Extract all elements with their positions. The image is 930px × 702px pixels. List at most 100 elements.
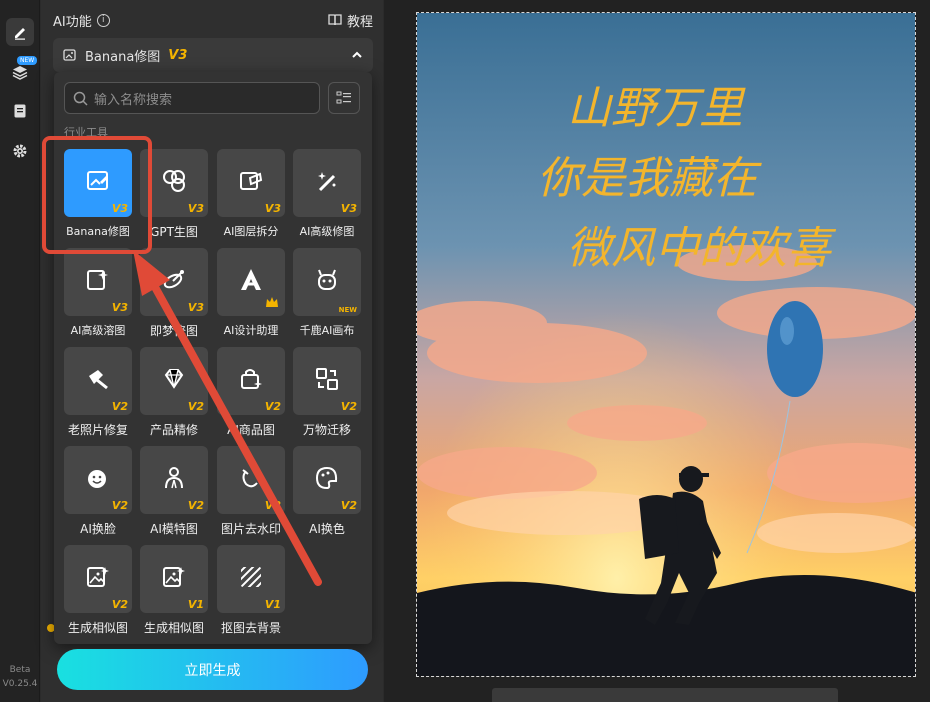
version-badge: V3 — [111, 301, 128, 314]
tool-tile[interactable]: V2 — [293, 446, 361, 514]
list-view-toggle[interactable] — [328, 82, 360, 114]
tool-label: AI图层拆分 — [223, 225, 279, 238]
tool-label: 生成相似图 — [143, 621, 204, 635]
tool-label: 万物迁移 — [302, 423, 351, 437]
accordion-title: Banana修图 — [85, 49, 161, 65]
poster-illustration: 山野万里 你是我藏在 微风中的欢喜 — [417, 13, 915, 676]
tool-item[interactable]: V2 图片去水印 — [217, 446, 287, 537]
tool-select-accordion[interactable]: Banana修图 V3 — [53, 38, 373, 72]
search-placeholder: 输入名称搜索 — [94, 92, 173, 108]
version-number: V0.25.4 — [2, 679, 38, 689]
version-badge: V3 — [264, 202, 281, 215]
panel-header: AI功能 i 教程 — [53, 10, 373, 30]
poster-line-2: 你是我藏在 — [537, 153, 762, 204]
tool-tile[interactable]: V2 — [217, 446, 285, 514]
ai-logo-icon — [237, 266, 265, 298]
poster-image[interactable]: 山野万里 你是我藏在 微风中的欢喜 — [416, 12, 916, 677]
layers-icon — [12, 66, 28, 80]
settings-button[interactable] — [6, 137, 34, 165]
tool-tile[interactable]: V3 — [140, 248, 208, 316]
tool-label: AI换色 — [309, 522, 345, 536]
tool-label: 图片去水印 — [220, 522, 281, 536]
tool-tile[interactable]: V2 — [64, 545, 132, 613]
tool-item[interactable]: V1 抠图去背景 — [217, 545, 287, 636]
image-similar-icon — [85, 564, 111, 594]
version-badge: V2 — [264, 400, 281, 413]
deer-icon — [314, 267, 340, 297]
tool-item[interactable]: V2 万物迁移 — [293, 347, 363, 438]
tool-tile[interactable]: NEW — [293, 248, 361, 316]
history-button[interactable] — [6, 97, 34, 125]
book-icon — [328, 14, 342, 26]
list-icon — [336, 91, 351, 104]
tool-tile[interactable]: V2 — [140, 446, 208, 514]
tool-item[interactable]: V2 老照片修复 — [64, 347, 134, 438]
version-badge: V2 — [111, 499, 128, 512]
version-badge: V2 — [264, 499, 281, 512]
tool-item[interactable]: V2 生成相似图 — [64, 545, 134, 636]
tool-item[interactable]: V2 AI商品图 — [217, 347, 287, 438]
image-similar-icon — [161, 564, 187, 594]
accordion-badge: V3 — [168, 47, 188, 63]
tool-tile[interactable]: V1 — [217, 545, 285, 613]
chevron-up-icon[interactable] — [351, 49, 363, 61]
version-badge: V1 — [187, 598, 204, 611]
search-input[interactable]: 输入名称搜索 — [64, 82, 320, 114]
tool-tile[interactable]: V2 — [64, 347, 132, 415]
tool-item[interactable]: V3 AI高级溶图 — [64, 248, 134, 338]
version-badge: V2 — [111, 400, 128, 413]
version-label: Beta — [9, 665, 31, 675]
tool-item[interactable]: V1 生成相似图 — [140, 545, 210, 636]
tool-tile[interactable]: V3 — [217, 149, 285, 217]
tool-item[interactable]: V2 AI换脸 — [64, 446, 134, 537]
tutorial-link[interactable]: 教程 — [328, 11, 373, 30]
version-badge: NEW — [338, 306, 357, 314]
poster-line-1: 山野万里 — [567, 83, 746, 134]
edit-tool-button[interactable] — [6, 18, 34, 46]
search-icon — [73, 91, 88, 106]
model-icon — [161, 465, 187, 495]
version-badge: V2 — [111, 598, 128, 611]
tool-tile[interactable]: V2 — [140, 347, 208, 415]
gear-icon — [13, 144, 27, 158]
tool-label: 生成相似图 — [67, 621, 128, 635]
tool-item[interactable]: V2 AI模特图 — [140, 446, 210, 537]
highlight-box — [42, 136, 152, 254]
tool-label: AI设计助理 — [223, 324, 279, 337]
tool-item[interactable]: NEW 千鹿AI画布 — [293, 248, 363, 338]
new-tag: NEW — [17, 56, 38, 65]
tool-tile[interactable]: V2 — [293, 347, 361, 415]
tool-item[interactable]: V3 AI高级修图 — [293, 149, 363, 239]
tool-tile[interactable]: V3 — [64, 248, 132, 316]
tool-tile[interactable]: V2 — [217, 347, 285, 415]
satellite-icon — [161, 267, 187, 297]
stripes-icon — [238, 564, 264, 594]
info-icon[interactable]: i — [96, 13, 110, 27]
tool-item[interactable]: V2 产品精修 — [140, 347, 210, 438]
document-icon — [14, 104, 26, 118]
tool-label: AI高级溶图 — [70, 324, 126, 337]
balloon — [767, 301, 823, 397]
tutorial-label: 教程 — [346, 14, 373, 30]
tool-tile[interactable]: V1 — [140, 545, 208, 613]
tool-label: 抠图去背景 — [220, 621, 281, 635]
generate-button[interactable]: 立即生成 — [57, 649, 368, 690]
version-badge: V3 — [187, 301, 204, 314]
tool-label: 即梦修图 — [149, 324, 198, 338]
knot-icon — [161, 168, 187, 198]
tool-item[interactable]: V2 AI换色 — [293, 446, 363, 537]
left-rail: NEW Beta V0.25.4 — [0, 0, 40, 702]
tool-item[interactable]: AI设计助理 — [217, 248, 287, 338]
image-edit-icon — [63, 49, 76, 61]
canvas-toolbar[interactable] — [492, 688, 838, 702]
photo-repair-icon — [85, 366, 111, 396]
tool-tile[interactable]: V2 — [64, 446, 132, 514]
gem-icon — [161, 366, 187, 396]
tool-label: 产品精修 — [149, 423, 198, 437]
tool-tile[interactable] — [217, 248, 285, 316]
tool-item[interactable]: V3 AI图层拆分 — [217, 149, 287, 239]
tool-label: AI模特图 — [150, 522, 198, 536]
tool-tile[interactable]: V3 — [293, 149, 361, 217]
version-badge: V2 — [187, 400, 204, 413]
tool-item[interactable]: V3 即梦修图 — [140, 248, 210, 339]
